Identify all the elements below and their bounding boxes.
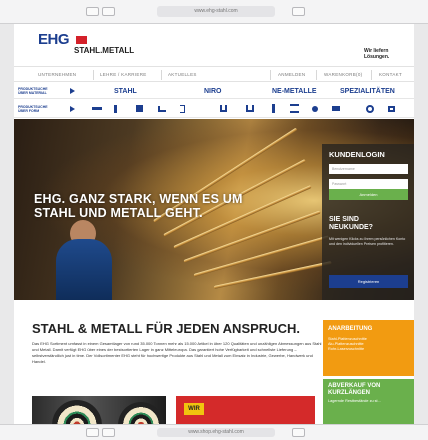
- category-stahl[interactable]: STAHL: [114, 88, 137, 95]
- play-arrow-icon: [70, 106, 75, 112]
- nav-warenkorb[interactable]: WARENKORB(0): [324, 72, 362, 77]
- box-line: Rohr-Laserzuschnitte: [328, 347, 365, 351]
- worker-image: [56, 239, 112, 300]
- top-navigation: UNTERNEHMEN LEHRE / KARRIERE AKTUELLES A…: [14, 66, 414, 82]
- address-bar[interactable]: www.ehg-stahl.com: [157, 6, 275, 17]
- logo-mark-icon: [76, 36, 87, 44]
- anarbeitung-list: Stahl-Plattenzuschnitte Alu-Plattenzusch…: [328, 337, 367, 352]
- box-title-line: KURZLÄNGEN: [328, 390, 370, 396]
- login-button[interactable]: Anmelden: [329, 189, 408, 200]
- nav-divider: [371, 70, 372, 80]
- category-niro[interactable]: NIRO: [204, 88, 222, 95]
- content-paragraph: Das EHG Sortiment umfasst in einem Gesam…: [32, 341, 322, 364]
- register-button[interactable]: Registrieren: [329, 275, 408, 288]
- nav-divider: [316, 70, 317, 80]
- label-line: ÜBER FORM: [18, 109, 40, 113]
- dartboard-image[interactable]: [32, 396, 166, 424]
- username-field[interactable]: Benutzername: [329, 164, 408, 174]
- play-arrow-icon: [70, 88, 75, 94]
- tab-icon[interactable]: [292, 428, 305, 437]
- tab-icon[interactable]: [102, 428, 115, 437]
- square-bar-icon[interactable]: [136, 105, 143, 112]
- round-tube-icon[interactable]: [366, 105, 374, 113]
- category-spezialitaeten[interactable]: SPEZIALITÄTEN: [340, 88, 395, 95]
- flat-bar-icon[interactable]: [92, 107, 102, 110]
- nav-divider: [161, 70, 162, 80]
- browser-toolbar: www.ehg-stahl.com: [0, 0, 428, 24]
- sheet-icon[interactable]: [332, 106, 340, 111]
- square-tube-icon[interactable]: [388, 106, 395, 112]
- share-icon[interactable]: [102, 7, 115, 16]
- dartboard-graphic: [118, 402, 164, 424]
- channel-profile-icon[interactable]: [180, 105, 185, 113]
- abverkauf-title: ABVERKAUF VON KURZLÄNGEN: [328, 383, 380, 397]
- new-customer-title: SIE SIND NEUKUNDE?: [329, 216, 373, 232]
- nav-divider: [270, 70, 271, 80]
- content-heading: STAHL & METALL FÜR JEDEN ANSPRUCH.: [32, 321, 300, 336]
- logo[interactable]: EHG: [38, 31, 70, 48]
- search-by-material-label: PRODUKTSUCHE ÜBER MATERIAL: [18, 87, 48, 95]
- sidebar-toggle-icon[interactable]: [86, 7, 99, 16]
- anarbeitung-box[interactable]: ANARBEITUNG Stahl-Plattenzuschnitte Alu-…: [323, 320, 414, 376]
- hero-line: STAHL UND METALL GEHT.: [34, 206, 203, 220]
- nav-unternehmen[interactable]: UNTERNEHMEN: [38, 72, 76, 77]
- reload-icon[interactable]: [292, 7, 305, 16]
- hero-headline: EHG. GANZ STARK, WENN ES UM STAHL UND ME…: [34, 192, 243, 220]
- address-bar-secondary[interactable]: www.shop.ehg-stahl.com: [157, 428, 275, 437]
- angle-profile-icon[interactable]: [158, 106, 166, 112]
- beam-icon[interactable]: [272, 104, 275, 113]
- new-customer-line: SIE SIND: [329, 216, 359, 223]
- tube-icon[interactable]: [312, 106, 318, 112]
- nav-aktuelles[interactable]: AKTUELLES: [168, 72, 197, 77]
- abverkauf-box[interactable]: ABVERKAUF VON KURZLÄNGEN Lagernde Restbe…: [323, 379, 414, 424]
- nav-kontakt[interactable]: KONTAKT: [379, 72, 402, 77]
- abverkauf-text: Lagernde Restbestände zu st...: [328, 399, 381, 403]
- anarbeitung-title: ANARBEITUNG: [328, 326, 373, 332]
- promo-tag: WIR: [184, 403, 204, 415]
- new-customer-text: Mit wenigen Klicks zu Ihrem persönlichen…: [329, 237, 406, 246]
- category-ne-metalle[interactable]: NE-METALLE: [272, 88, 317, 95]
- search-by-form-label: PRODUKTSUCHE ÜBER FORM: [18, 105, 48, 113]
- nav-anmelden[interactable]: ANMELDEN: [278, 72, 305, 77]
- new-customer-line: NEUKUNDE?: [329, 224, 373, 231]
- u-profile-icon[interactable]: [220, 105, 227, 112]
- dartboard-graphic: [52, 400, 102, 424]
- slogan: Wir liefern Lösungen.: [364, 48, 390, 60]
- login-title: KUNDENLOGIN: [329, 150, 385, 159]
- nav-divider: [93, 70, 94, 80]
- hero-line: EHG. GANZ STARK, WENN ES UM: [34, 192, 243, 206]
- web-page: EHG STAHL.METALL Wir liefern Lösungen. U…: [14, 24, 414, 424]
- u-profile-icon[interactable]: [246, 105, 254, 112]
- tab-icon[interactable]: [86, 428, 99, 437]
- nav-karriere[interactable]: LEHRE / KARRIERE: [100, 72, 147, 77]
- label-line: ÜBER MATERIAL: [18, 91, 47, 95]
- password-field[interactable]: Passwort: [329, 179, 408, 189]
- i-beam-icon[interactable]: [290, 104, 299, 113]
- form-icon-bar: PRODUKTSUCHE ÜBER FORM: [14, 100, 414, 118]
- round-bar-icon[interactable]: [114, 105, 117, 113]
- box-title-line: ABVERKAUF VON: [328, 383, 381, 389]
- category-bar: PRODUKTSUCHE ÜBER MATERIAL STAHL NIRO NE…: [14, 84, 414, 99]
- logo-subtitle: STAHL.METALL: [74, 46, 135, 55]
